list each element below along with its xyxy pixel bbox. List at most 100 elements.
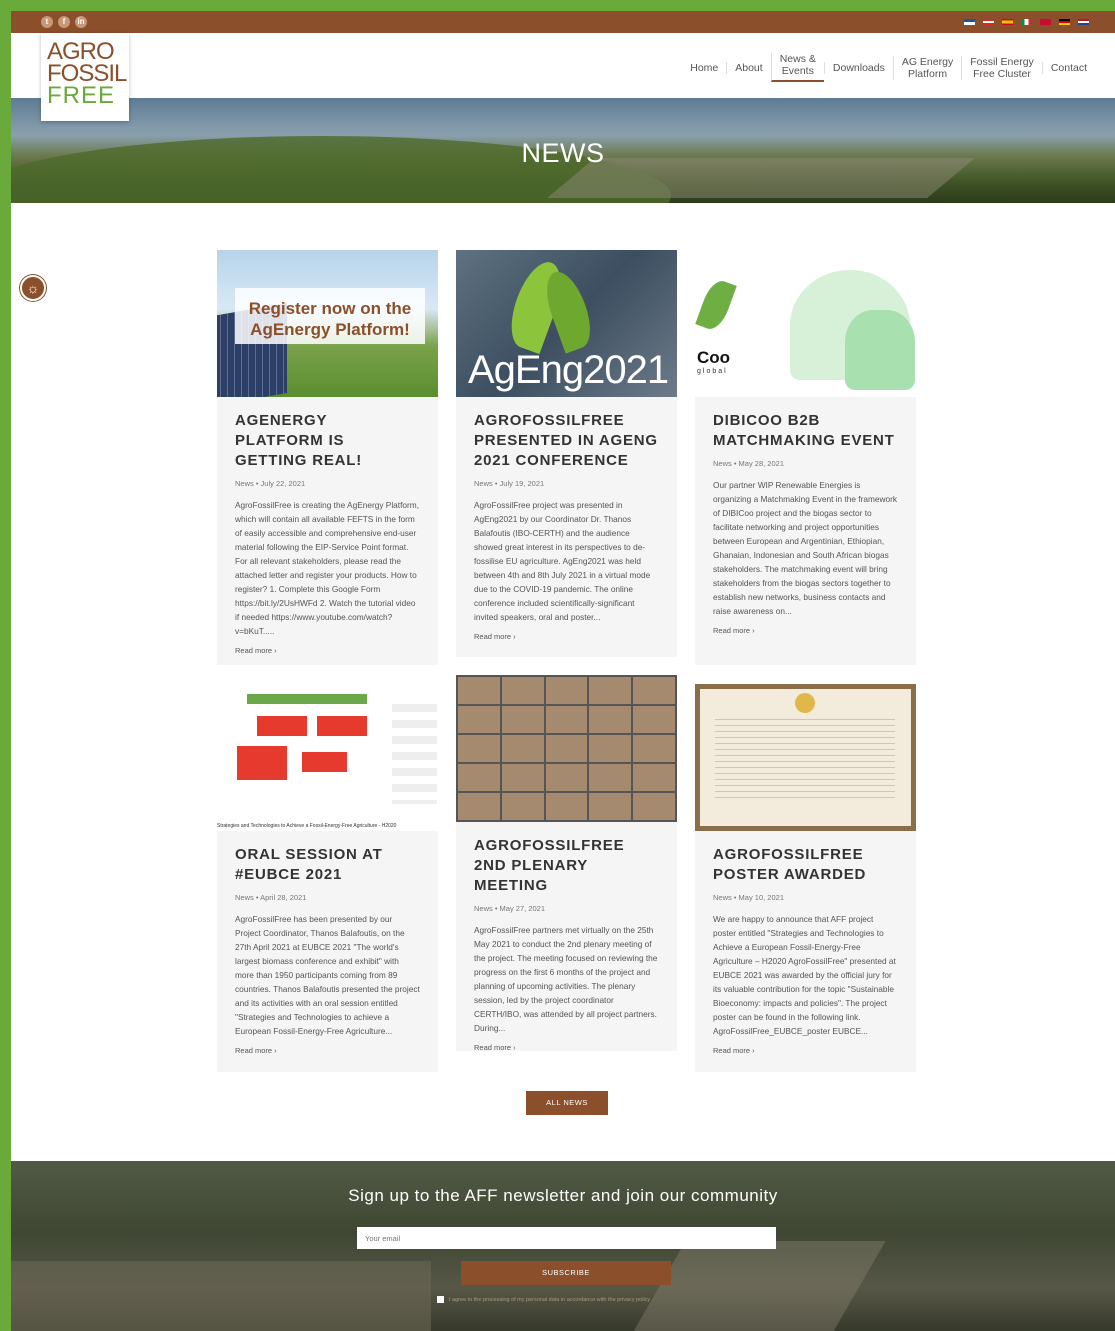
certificate-text [715,719,895,799]
card-meta: News • May 28, 2021 [713,459,784,468]
read-more-link[interactable]: Read more › [217,1038,438,1073]
participant-tile [589,764,632,791]
stone-wall-image [11,1261,431,1331]
thumbnail-subtext: global [697,368,728,375]
danish-flag-icon[interactable] [1040,19,1051,25]
slide-block [317,716,367,736]
card-title[interactable]: AGROFOSSILFREE POSTER AWARDED [695,831,916,885]
nav-downloads[interactable]: Downloads [823,61,893,74]
participant-tile [633,793,675,820]
card-thumbnail[interactable]: Register now on the AgEnergy Platform! [217,250,438,397]
news-card: Coo global DIBICOO B2B MATCHMAKING EVENT… [695,250,916,665]
participant-tile [501,735,544,762]
site-logo[interactable]: AGRO FOSSIL FREE [41,33,129,121]
card-title[interactable]: AGROFOSSILFREE PRESENTED IN AGENG 2021 C… [456,397,677,471]
card-thumbnail[interactable]: Coo global [695,250,916,397]
all-news-button[interactable]: ALL NEWS [526,1091,608,1115]
card-title[interactable]: AGENERGY PLATFORM IS GETTING REAL! [217,397,438,471]
logo-line-3: FREE [47,82,116,109]
participant-tile [589,793,632,820]
news-card: Register now on the AgEnergy Platform! A… [217,250,438,665]
card-excerpt: AgroFossilFree project was presented in … [474,500,651,622]
consent-checkbox[interactable] [437,1296,444,1303]
card-meta: News • May 10, 2021 [713,893,784,902]
card-excerpt: AgroFossilFree has been presented by our… [235,914,420,1036]
top-bar: t f in [11,11,1115,33]
card-thumbnail[interactable] [456,675,677,822]
participant-tile [589,735,632,762]
participant-tile [545,793,588,820]
email-input[interactable] [357,1227,776,1249]
german-flag-icon[interactable] [1059,19,1070,25]
slide-block [237,746,287,780]
newsletter-section: Sign up to the AFF newsletter and join o… [11,1161,1115,1331]
spanish-flag-icon[interactable] [1002,19,1013,25]
subscribe-button[interactable]: SUBSCRIBE [461,1261,671,1285]
card-thumbnail[interactable]: AgEng2021 [456,250,677,397]
dutch-flag-icon[interactable] [1078,19,1089,25]
nav-news-events[interactable]: News & Events [770,53,824,82]
slide-block [257,716,307,736]
language-switcher [964,19,1089,25]
participant-tile [589,706,632,733]
card-excerpt: We are happy to announce that AFF projec… [713,914,896,1036]
greek-flag-icon[interactable] [964,19,975,25]
news-card: AGROFOSSILFREE 2ND PLENARY MEETING News … [456,675,677,1052]
read-more-link[interactable]: Read more › [695,1038,916,1073]
participant-tile [545,735,588,762]
read-more-link[interactable]: Read more › [456,624,677,659]
card-thumbnail[interactable] [695,684,916,831]
main-nav: Home About News & Events Downloads AG En… [682,53,1095,82]
social-links: t f in [41,16,87,28]
austrian-flag-icon[interactable] [983,19,994,25]
read-more-link[interactable]: Read more › [695,618,916,653]
leaf-graphic [695,277,737,333]
participant-tile [633,677,675,704]
linkedin-icon[interactable]: in [75,16,87,28]
nav-home[interactable]: Home [682,62,726,74]
italian-flag-icon[interactable] [1021,19,1032,25]
news-card: AgEng2021 AGROFOSSILFREE PRESENTED IN AG… [456,250,677,657]
participant-tile [501,677,544,704]
site-header: AGRO FOSSIL FREE Home About News & Event… [11,33,1115,121]
news-card: AGROFOSSILFREE POSTER AWARDED News • May… [695,684,916,1072]
card-title[interactable]: ORAL SESSION AT #EUBCE 2021 [217,831,438,885]
participant-tile [458,793,500,820]
road-image [616,1241,886,1331]
thumbnail-text: Register now on the AgEnergy Platform! [248,299,412,339]
read-more-link[interactable]: Read more › [217,638,438,673]
award-certificate [700,689,911,826]
participant-tile [458,706,500,733]
facebook-icon[interactable]: f [58,16,70,28]
nav-contact[interactable]: Contact [1041,61,1095,74]
participant-tile [501,793,544,820]
newsletter-title: Sign up to the AFF newsletter and join o… [348,1186,778,1205]
participant-tile [501,706,544,733]
card-excerpt: AgroFossilFree partners met virtually on… [474,925,658,1033]
twitter-icon[interactable]: t [41,16,53,28]
nav-fossil-energy-free-cluster[interactable]: Fossil Energy Free Cluster [961,55,1042,80]
participant-tile [458,735,500,762]
page-title: NEWS [521,138,605,168]
participant-tile [633,735,675,762]
slide-header [247,694,367,704]
read-more-link[interactable]: Read more › [456,1035,677,1070]
nav-ag-energy-platform[interactable]: AG Energy Platform [892,55,961,80]
card-title[interactable]: DIBICOO B2B MATCHMAKING EVENT [695,397,916,451]
hero-banner: NEWS [11,98,1115,203]
accessibility-icon[interactable]: ☼ [20,275,46,301]
consent-label: I agree to the processing of my personal… [449,1296,651,1303]
slide-block [302,752,347,772]
card-meta: News • July 22, 2021 [235,479,306,488]
participant-tile [458,764,500,791]
participant-tile [589,677,632,704]
participant-tile [545,677,588,704]
card-title[interactable]: AGROFOSSILFREE 2ND PLENARY MEETING [456,822,677,896]
participant-tile [458,677,500,704]
card-meta: News • April 28, 2021 [235,893,307,902]
card-thumbnail[interactable]: Strategies and Technologies to Achieve a… [217,684,438,831]
nav-about[interactable]: About [726,61,770,74]
card-excerpt: Our partner WIP Renewable Energies is or… [713,480,898,616]
participant-tile [545,764,588,791]
seal-icon [795,693,815,713]
